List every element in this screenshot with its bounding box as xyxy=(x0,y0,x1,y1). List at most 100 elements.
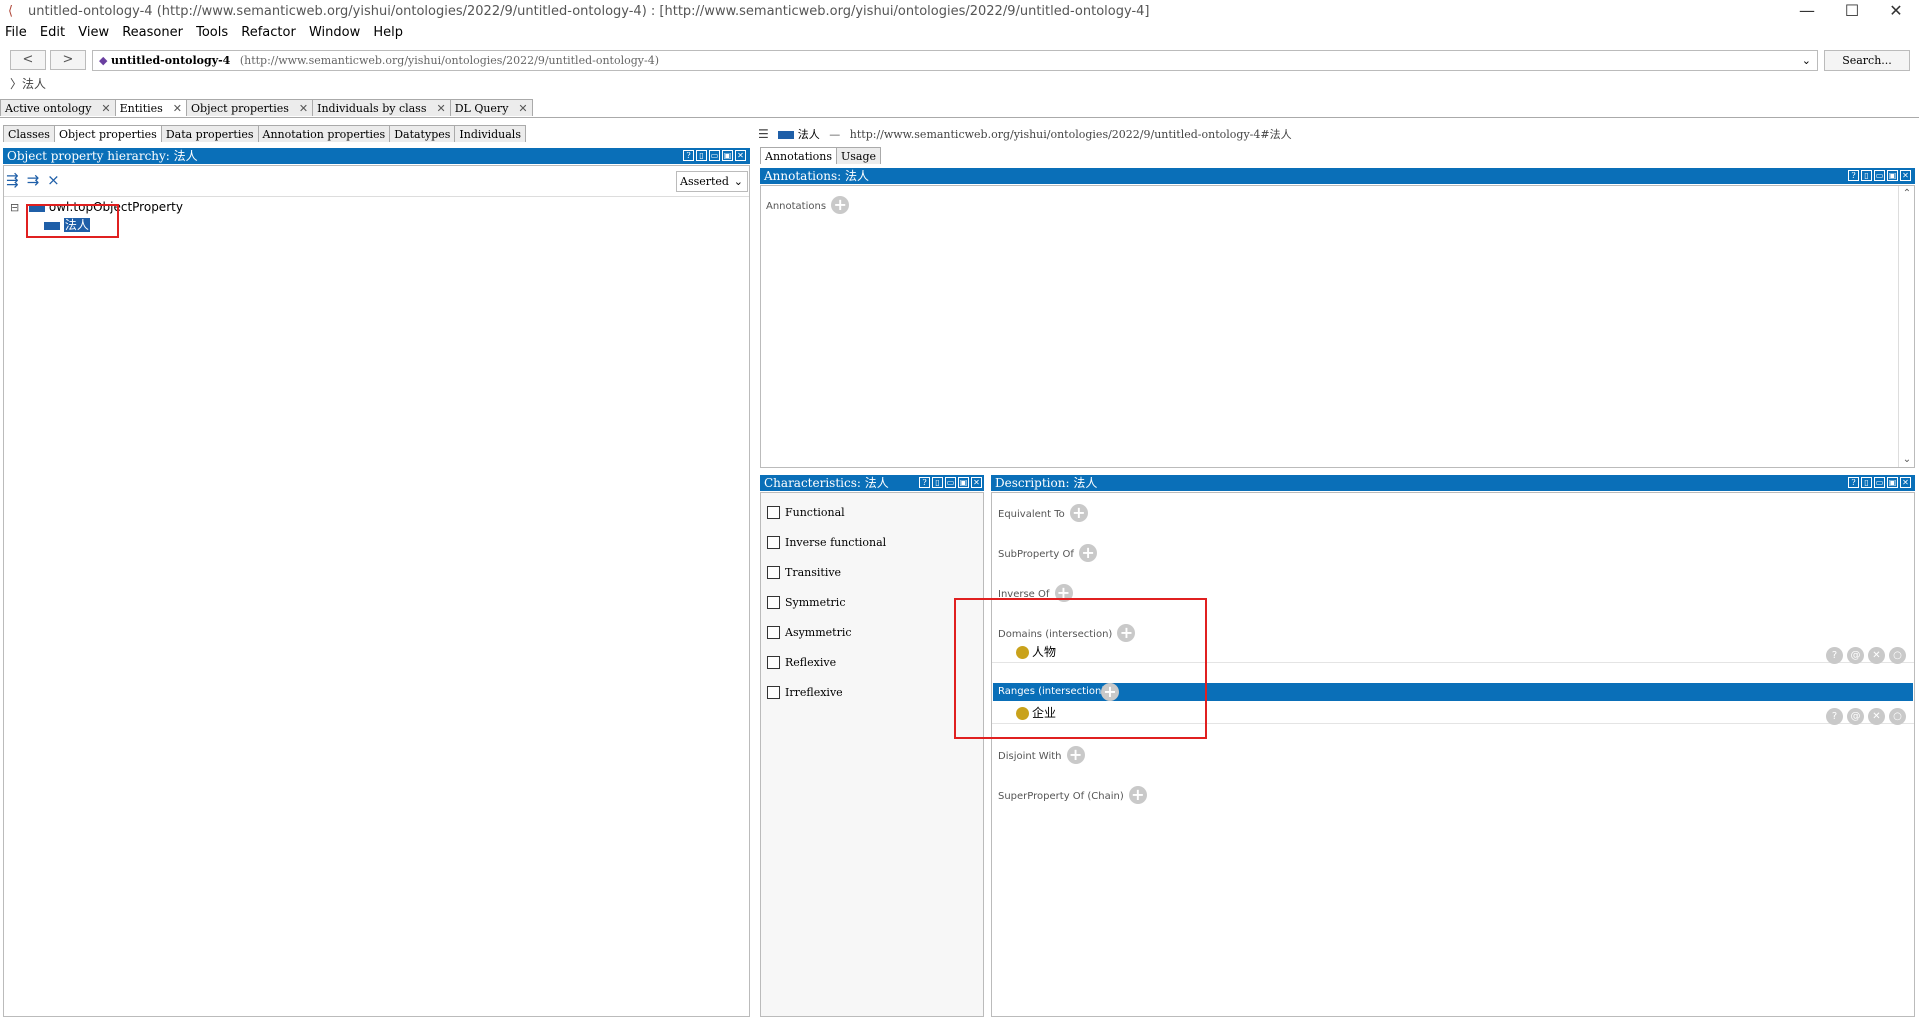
irreflexive-checkbox[interactable] xyxy=(767,686,780,699)
row-actions: ? @ ✕ ○ xyxy=(1822,704,1906,725)
add-sibling-property-icon[interactable]: ⇉ xyxy=(27,171,40,189)
edit-icon[interactable]: ○ xyxy=(1889,647,1906,664)
tab-dl-query[interactable]: DL Query ✕ xyxy=(449,99,533,116)
equivalent-to-row: Equivalent To + xyxy=(998,502,1088,522)
navigation-bar: < > ◆ untitled-ontology-4 (http://www.se… xyxy=(0,50,1919,74)
annotate-icon[interactable]: @ xyxy=(1847,647,1864,664)
maximize-button[interactable]: ☐ xyxy=(1832,0,1872,24)
explain-icon[interactable]: ? xyxy=(1826,708,1843,725)
add-equivalent-icon[interactable]: + xyxy=(1069,503,1088,522)
explain-icon[interactable]: ? xyxy=(1826,647,1843,664)
close-view-icon[interactable]: ✕ xyxy=(971,477,982,488)
close-view-icon[interactable]: ✕ xyxy=(1900,477,1911,488)
close-tab-icon[interactable]: ✕ xyxy=(518,102,527,115)
tab-object-properties[interactable]: Object properties ✕ xyxy=(186,99,314,116)
split-icon[interactable]: ▯ xyxy=(932,477,943,488)
menu-file[interactable]: File xyxy=(5,25,27,40)
collapse-icon[interactable]: ⊟ xyxy=(10,201,19,214)
minimize-view-icon[interactable]: ▭ xyxy=(1874,477,1885,488)
tab-active-ontology[interactable]: Active ontology ✕ xyxy=(0,99,116,116)
subproperty-of-label: SubProperty Of xyxy=(998,549,1074,560)
menu-bar: File Edit View Reasoner Tools Refactor W… xyxy=(0,24,1919,44)
protege-app-icon: ⟨ xyxy=(8,4,14,19)
scroll-down-icon[interactable]: ⌄ xyxy=(1899,454,1915,465)
forward-button[interactable]: > xyxy=(50,50,86,70)
back-button[interactable]: < xyxy=(10,50,46,70)
help-icon[interactable]: ? xyxy=(919,477,930,488)
close-view-icon[interactable]: ✕ xyxy=(735,150,746,161)
irreflexive-label: Irreflexive xyxy=(785,686,843,699)
close-view-icon[interactable]: ✕ xyxy=(1900,170,1911,181)
row-actions: ? @ ✕ ○ xyxy=(1822,643,1906,664)
add-superproperty-icon[interactable]: + xyxy=(1079,543,1098,562)
minimize-view-icon[interactable]: ▭ xyxy=(945,477,956,488)
menu-lines-icon[interactable]: ☰ xyxy=(758,127,769,141)
symmetric-checkbox[interactable] xyxy=(767,596,780,609)
split-icon[interactable]: ▯ xyxy=(1861,170,1872,181)
split-icon[interactable]: ▯ xyxy=(696,150,707,161)
tab-datatypes[interactable]: Datatypes xyxy=(389,125,456,142)
characteristics-header-title: Characteristics: 法人 xyxy=(764,476,889,490)
menu-help[interactable]: Help xyxy=(373,25,403,40)
split-icon[interactable]: ▯ xyxy=(1861,477,1872,488)
minimize-button[interactable]: — xyxy=(1787,0,1827,24)
characteristics-header: Characteristics: 法人 ? ▯ ▭ ▣ ✕ xyxy=(760,475,984,491)
hierarchy-header: Object property hierarchy: 法人 ? ▯ ▭ ▣ ✕ xyxy=(3,148,750,164)
close-tab-icon[interactable]: ✕ xyxy=(101,102,110,115)
minimize-view-icon[interactable]: ▭ xyxy=(1874,170,1885,181)
tab-individuals[interactable]: Individuals xyxy=(454,125,526,142)
hierarchy-mode-select[interactable]: Asserted ⌄ xyxy=(676,171,748,192)
tab-usage[interactable]: Usage xyxy=(836,147,882,164)
hierarchy-panel: ⇶ ⇉ ⨯ Asserted ⌄ ⊟ owl:topObjectProperty… xyxy=(3,165,750,1017)
add-annotation-icon[interactable]: + xyxy=(831,195,850,214)
delete-icon[interactable]: ✕ xyxy=(1868,708,1885,725)
chevron-down-icon[interactable]: ⌄ xyxy=(1802,51,1811,70)
panel-controls: ? ▯ ▭ ▣ ✕ xyxy=(1848,170,1911,182)
float-view-icon[interactable]: ▣ xyxy=(1887,170,1898,181)
float-view-icon[interactable]: ▣ xyxy=(958,477,969,488)
menu-window[interactable]: Window xyxy=(309,25,360,40)
add-disjoint-icon[interactable]: + xyxy=(1066,745,1085,764)
help-icon[interactable]: ? xyxy=(683,150,694,161)
menu-refactor[interactable]: Refactor xyxy=(241,25,296,40)
ontology-selector[interactable]: ◆ untitled-ontology-4 (http://www.semant… xyxy=(92,50,1818,71)
edit-icon[interactable]: ○ xyxy=(1889,708,1906,725)
menu-reasoner[interactable]: Reasoner xyxy=(122,25,183,40)
menu-tools[interactable]: Tools xyxy=(196,25,228,40)
annotations-scrollbar[interactable]: ⌃ ⌄ xyxy=(1898,186,1914,467)
functional-checkbox[interactable] xyxy=(767,506,780,519)
tab-data-properties[interactable]: Data properties xyxy=(160,125,259,142)
menu-view[interactable]: View xyxy=(78,25,109,40)
inverse-functional-checkbox[interactable] xyxy=(767,536,780,549)
delete-property-icon[interactable]: ⨯ xyxy=(47,171,60,189)
scroll-up-icon[interactable]: ⌃ xyxy=(1899,188,1915,199)
help-icon[interactable]: ? xyxy=(1848,477,1859,488)
tab-annotation-properties[interactable]: Annotation properties xyxy=(257,125,391,142)
tab-label: Individuals by class xyxy=(317,102,427,115)
annotate-icon[interactable]: @ xyxy=(1847,708,1864,725)
tab-individuals-by-class[interactable]: Individuals by class ✕ xyxy=(312,99,451,116)
close-tab-icon[interactable]: ✕ xyxy=(436,102,445,115)
tab-classes[interactable]: Classes xyxy=(3,125,55,142)
minimize-view-icon[interactable]: ▭ xyxy=(709,150,720,161)
float-view-icon[interactable]: ▣ xyxy=(722,150,733,161)
transitive-checkbox[interactable] xyxy=(767,566,780,579)
help-icon[interactable]: ? xyxy=(1848,170,1859,181)
delete-icon[interactable]: ✕ xyxy=(1868,647,1885,664)
menu-edit[interactable]: Edit xyxy=(40,25,65,40)
float-view-icon[interactable]: ▣ xyxy=(1887,477,1898,488)
annotations-header: Annotations: 法人 ? ▯ ▭ ▣ ✕ xyxy=(760,168,1915,184)
close-tab-icon[interactable]: ✕ xyxy=(299,102,308,115)
search-button[interactable]: Search... xyxy=(1824,50,1910,71)
entity-name: 法人 xyxy=(797,128,820,141)
asymmetric-checkbox[interactable] xyxy=(767,626,780,639)
tab-object-properties-sub[interactable]: Object properties xyxy=(53,125,162,142)
add-property-chain-icon[interactable]: + xyxy=(1128,785,1147,804)
close-window-button[interactable]: ✕ xyxy=(1876,0,1916,24)
add-subproperty-icon[interactable]: ⇶ xyxy=(6,171,19,189)
superproperty-chain-label: SuperProperty Of (Chain) xyxy=(998,791,1124,802)
tab-entities[interactable]: Entities ✕ xyxy=(114,99,188,116)
reflexive-checkbox[interactable] xyxy=(767,656,780,669)
close-tab-icon[interactable]: ✕ xyxy=(173,102,182,115)
tab-annotations[interactable]: Annotations xyxy=(760,147,838,164)
